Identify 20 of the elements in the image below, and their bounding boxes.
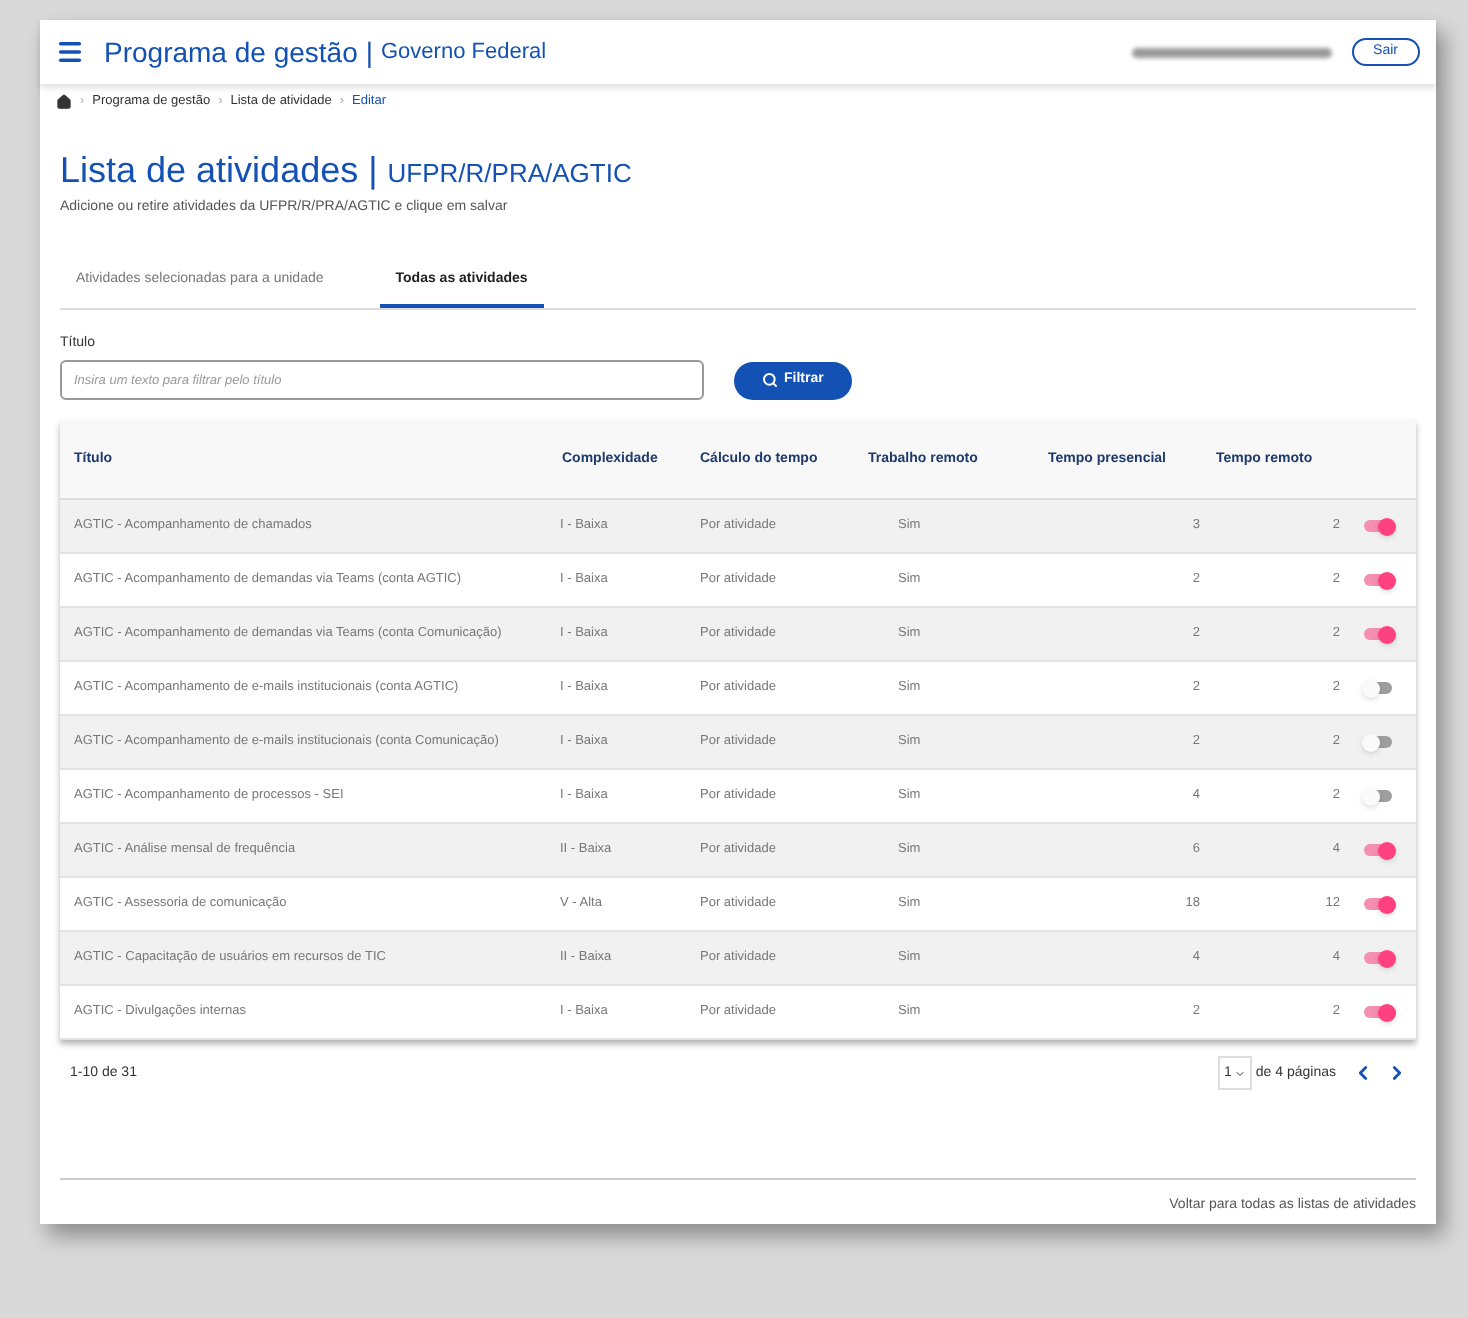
toggle-switch[interactable] (1364, 625, 1396, 644)
menu-icon[interactable] (56, 38, 84, 66)
toggle-switch[interactable] (1364, 787, 1396, 806)
home-icon[interactable] (56, 93, 72, 110)
title-divider: | (368, 147, 378, 194)
caret-icon (1233, 1067, 1246, 1080)
toggle-switch[interactable] (1364, 841, 1396, 860)
page-title: Lista de atividades (60, 147, 359, 194)
toggle-switch[interactable] (1364, 895, 1396, 914)
toggle-switch[interactable] (1364, 679, 1396, 698)
unit-name: UFPR/R/PRA/AGTIC (387, 155, 632, 192)
title-separator: | (365, 33, 373, 72)
toggle-switch[interactable] (1364, 1003, 1396, 1022)
toggle-switch[interactable] (1364, 949, 1396, 968)
toggle-switch[interactable] (1364, 517, 1396, 536)
toggle-switch[interactable] (1364, 733, 1396, 752)
toggle-switch[interactable] (1364, 571, 1396, 590)
org-name: Governo Federal (381, 37, 547, 68)
search-icon (762, 372, 778, 389)
app-title: Programa de gestão (104, 33, 358, 72)
